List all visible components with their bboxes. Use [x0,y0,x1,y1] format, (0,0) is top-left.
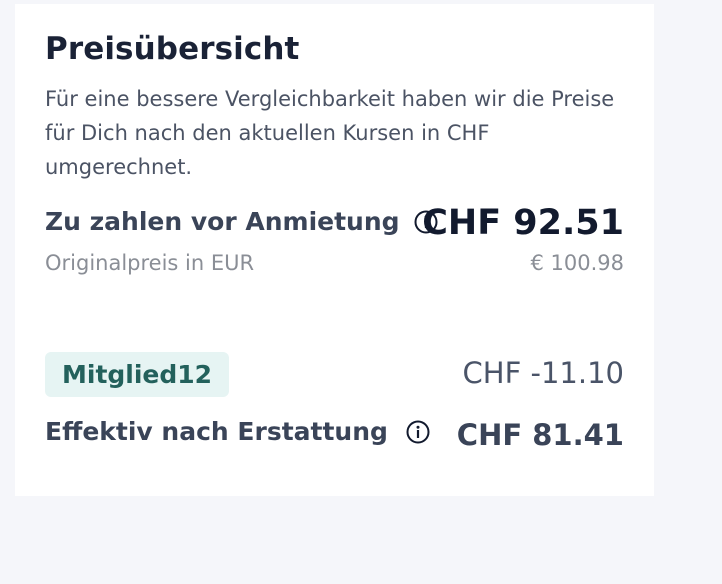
effective-after-refund-row: Effektiv nach Erstattung [45,417,430,446]
discount-code-badge: Mitglied12 [45,352,230,397]
pay-before-rental-label: Zu zahlen vor Anmietung [45,207,400,236]
price-overview-title: Preisübersicht [45,31,300,67]
effective-after-refund-price: CHF 81.41 [456,418,624,452]
pay-before-rental-price: CHF 92.51 [422,203,624,243]
info-circle-icon[interactable] [406,420,430,444]
price-overview-card: Preisübersicht Für eine bessere Vergleic… [15,4,654,496]
effective-after-refund-label: Effektiv nach Erstattung [45,417,388,446]
pay-before-rental-row: Zu zahlen vor Anmietung [45,207,438,236]
original-price-value: € 100.98 [530,251,624,275]
price-overview-description: Für eine bessere Vergleichbarkeit haben … [45,87,615,179]
discount-amount: CHF -11.10 [462,356,624,390]
original-price-label: Originalpreis in EUR [45,251,255,275]
